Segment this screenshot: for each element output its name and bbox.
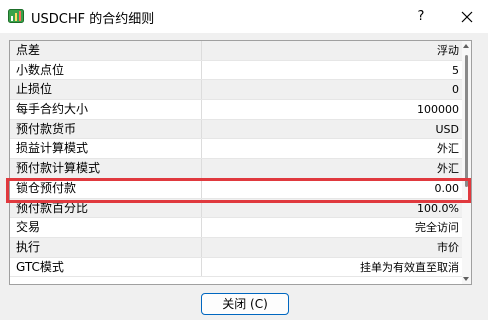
contract-spec-window: USDCHF 的合约细则 ? 点差 浮动 小数点位 5 止损位 0 每手合约大小 bbox=[0, 0, 488, 320]
row-value: 完全访问 bbox=[415, 221, 459, 235]
table-row[interactable]: 小数点位 5 bbox=[10, 60, 463, 81]
row-value: 0.00 bbox=[434, 181, 460, 195]
scroll-thumb[interactable] bbox=[465, 55, 468, 187]
table-row[interactable]: GTC模式 挂单为有效直至取消 bbox=[10, 257, 463, 278]
window-title: USDCHF 的合约细则 bbox=[31, 12, 155, 27]
row-label: GTC模式 bbox=[10, 257, 202, 277]
row-value: 0 bbox=[452, 83, 459, 97]
row-value: 5 bbox=[452, 63, 459, 77]
row-label: 交易 bbox=[10, 218, 202, 237]
table-row[interactable]: 每手合约大小 100000 bbox=[10, 100, 463, 120]
row-label: 小数点位 bbox=[10, 60, 202, 80]
mt-terminal-icon bbox=[8, 8, 24, 23]
table-row[interactable]: 止损位 0 bbox=[10, 80, 463, 101]
row-label: 每手合约大小 bbox=[10, 100, 202, 119]
window-close-button[interactable] bbox=[452, 0, 482, 33]
close-button[interactable]: 关闭 (C) bbox=[201, 293, 289, 315]
table-row[interactable]: 预付款百分比 100.0% bbox=[10, 198, 463, 219]
row-label: 预付款百分比 bbox=[10, 198, 202, 218]
title-bar: USDCHF 的合约细则 ? bbox=[0, 0, 488, 33]
row-value: 外汇 bbox=[437, 162, 459, 176]
scroll-up-arrow-icon[interactable] bbox=[463, 44, 469, 48]
row-value: 100.0% bbox=[417, 201, 459, 215]
row-label: 预付款计算模式 bbox=[10, 159, 202, 178]
table-row[interactable]: 预付款计算模式 外汇 bbox=[10, 159, 463, 179]
row-value: 市价 bbox=[437, 240, 459, 254]
table-row[interactable]: 点差 浮动 bbox=[10, 41, 463, 61]
scroll-down-arrow-icon[interactable] bbox=[463, 277, 469, 281]
row-label: 执行 bbox=[10, 237, 202, 257]
row-value: 挂单为有效直至取消 bbox=[360, 260, 459, 274]
row-label: 止损位 bbox=[10, 80, 202, 100]
row-label: 锁仓预付款 bbox=[10, 178, 202, 198]
table-row[interactable]: 执行 市价 bbox=[10, 237, 463, 258]
table-row[interactable]: 预付款货币 USD bbox=[10, 119, 463, 140]
table-row[interactable]: 交易 完全访问 bbox=[10, 218, 463, 238]
spec-rows: 点差 浮动 小数点位 5 止损位 0 每手合约大小 100000 预付款货币 U… bbox=[10, 41, 463, 278]
close-icon bbox=[461, 11, 473, 22]
table-row[interactable]: 损益计算模式 外汇 bbox=[10, 139, 463, 160]
row-value: 浮动 bbox=[437, 44, 459, 57]
row-value: 外汇 bbox=[437, 142, 459, 156]
help-button[interactable]: ? bbox=[406, 0, 436, 33]
vertical-scrollbar[interactable] bbox=[462, 41, 471, 284]
table-row[interactable]: 锁仓预付款 0.00 bbox=[10, 178, 463, 199]
row-label: 点差 bbox=[10, 41, 202, 60]
row-value: USD bbox=[435, 122, 459, 136]
row-value: 100000 bbox=[417, 103, 459, 117]
row-label: 损益计算模式 bbox=[10, 139, 202, 159]
spec-table[interactable]: 点差 浮动 小数点位 5 止损位 0 每手合约大小 100000 预付款货币 U… bbox=[9, 40, 472, 285]
row-label: 预付款货币 bbox=[10, 119, 202, 139]
